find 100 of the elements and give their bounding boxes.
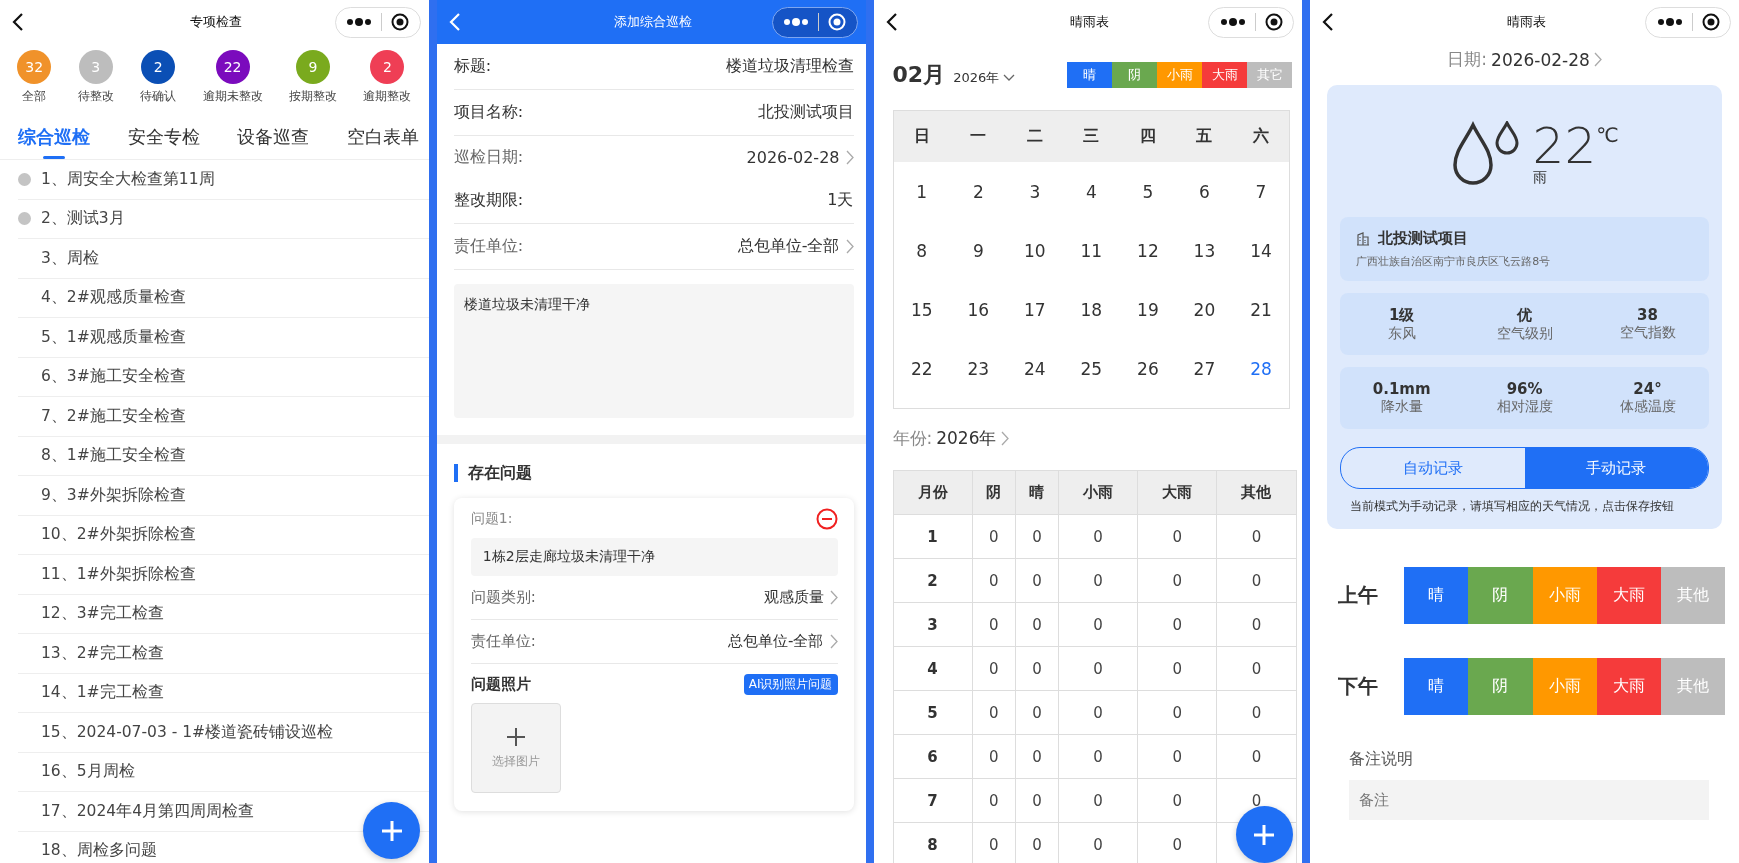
picker-value[interactable]: 总包单位-全部: [728, 632, 824, 651]
table-cell: 0: [988, 747, 999, 766]
list-item[interactable]: 14、1#完工检查: [41, 682, 164, 704]
more-icon[interactable]: [1219, 18, 1246, 26]
calendar-day[interactable]: 17: [1006, 299, 1064, 320]
calendar-day[interactable]: 9: [950, 240, 1007, 261]
weather-option[interactable]: 晴: [1404, 658, 1469, 715]
calendar-day[interactable]: 21: [1232, 299, 1290, 320]
list-item[interactable]: 9、3#外架拆除检查: [41, 484, 186, 506]
list-item[interactable]: 2、测试3月: [41, 208, 125, 230]
calendar-day[interactable]: 19: [1119, 299, 1177, 320]
stat-value: 1级: [1389, 305, 1415, 325]
add-button[interactable]: [363, 802, 420, 859]
stat-value: 优: [1517, 305, 1533, 325]
back-icon[interactable]: [12, 12, 24, 32]
calendar-day[interactable]: 7: [1232, 181, 1290, 202]
year-picker[interactable]: 2026年: [953, 69, 1000, 87]
picker-value[interactable]: 观感质量: [763, 588, 824, 607]
list-item[interactable]: 1、周安全大检查第11周: [41, 168, 215, 190]
calendar-day[interactable]: 6: [1176, 181, 1233, 202]
list-item[interactable]: 12、3#完工检查: [41, 603, 164, 625]
list-item[interactable]: 15、2024-07-03 - 1#楼道瓷砖铺设巡检: [41, 721, 334, 743]
calendar-day[interactable]: 3: [1006, 181, 1064, 202]
mode-note: 当前模式为手动记录，请填写相应的天气情况，点击保存按钮: [1350, 498, 1676, 515]
calendar-day[interactable]: 15: [893, 299, 951, 320]
close-target-icon[interactable]: [1701, 13, 1720, 31]
table-cell: 8: [927, 835, 938, 854]
weather-option[interactable]: 大雨: [1596, 658, 1661, 715]
list-item[interactable]: 13、2#完工检查: [41, 642, 164, 664]
calendar-day[interactable]: 27: [1176, 358, 1233, 379]
description-field[interactable]: 楼道垃圾未清理干净: [453, 284, 854, 418]
mode-option[interactable]: 自动记录: [1341, 448, 1525, 488]
date-picker[interactable]: 2026-02-28: [1491, 49, 1590, 70]
table-cell: 0: [1172, 791, 1182, 810]
more-icon[interactable]: [1656, 18, 1683, 26]
calendar-day[interactable]: 22: [893, 358, 951, 379]
calendar-day[interactable]: 2: [950, 181, 1007, 202]
more-icon[interactable]: [783, 18, 809, 26]
calendar-day[interactable]: 8: [893, 240, 951, 261]
ai-recognize-button[interactable]: AI识别照片问题: [743, 674, 838, 695]
weekday-header: 六: [1251, 126, 1270, 147]
calendar-day[interactable]: 10: [1006, 240, 1064, 261]
table-cell: 0: [1093, 571, 1103, 590]
tab[interactable]: 空白表单: [346, 119, 419, 159]
table-cell: 0: [1172, 571, 1182, 590]
mode-option[interactable]: 手动记录: [1524, 448, 1708, 488]
calendar-day[interactable]: 11: [1063, 240, 1120, 261]
list-item[interactable]: 7、2#施工安全检查: [41, 405, 186, 427]
list-item[interactable]: 3、周检: [41, 247, 99, 269]
back-icon[interactable]: [885, 12, 898, 32]
weather-option[interactable]: 晴: [1404, 567, 1469, 624]
month-title: 02月: [892, 61, 946, 89]
more-icon[interactable]: [346, 18, 373, 26]
list-item[interactable]: 16、5月周检: [41, 761, 135, 783]
back-icon[interactable]: [1322, 12, 1335, 32]
list-item[interactable]: 5、1#观感质量检查: [41, 326, 186, 348]
plus-icon: [379, 818, 404, 843]
table-cell: 0: [1093, 615, 1103, 634]
calendar-day[interactable]: 28: [1232, 358, 1290, 379]
calendar-day[interactable]: 4: [1063, 181, 1120, 202]
count-badge[interactable]: 2: [370, 50, 405, 84]
calendar-day[interactable]: 23: [950, 358, 1007, 379]
year-picker[interactable]: 2026年: [936, 427, 997, 450]
weekday-header: 日: [912, 126, 931, 147]
list-item[interactable]: 4、2#观感质量检查: [41, 287, 186, 309]
tab[interactable]: 设备巡查: [237, 119, 310, 159]
calendar-day[interactable]: 13: [1176, 240, 1233, 261]
tab[interactable]: 综合巡检: [18, 119, 90, 159]
list-item[interactable]: 8、1#施工安全检查: [41, 445, 186, 467]
list-item[interactable]: 18、周检多问题: [41, 840, 157, 862]
count-badge[interactable]: 22: [215, 50, 250, 84]
count-badge[interactable]: 2: [141, 50, 176, 84]
chevron-right-icon: [1593, 52, 1602, 67]
calendar-day[interactable]: 25: [1063, 358, 1120, 379]
add-button[interactable]: [1235, 806, 1293, 863]
remove-icon[interactable]: [815, 508, 838, 530]
calendar-day[interactable]: 1: [893, 181, 951, 202]
weather-option[interactable]: 大雨: [1596, 567, 1661, 624]
tab[interactable]: 安全专检: [127, 119, 200, 159]
calendar-day[interactable]: 14: [1232, 240, 1290, 261]
list-item[interactable]: 17、2024年4月第四周周检查: [41, 800, 255, 822]
calendar-day[interactable]: 12: [1119, 240, 1177, 261]
list-item[interactable]: 11、1#外架拆除检查: [41, 563, 196, 585]
count-label: 逾期整改: [363, 88, 412, 105]
close-target-icon[interactable]: [391, 13, 410, 31]
calendar-day[interactable]: 24: [1006, 358, 1064, 379]
calendar-day[interactable]: 16: [950, 299, 1007, 320]
calendar-day[interactable]: 18: [1063, 299, 1120, 320]
calendar-day[interactable]: 20: [1176, 299, 1233, 320]
calendar-day[interactable]: 5: [1119, 181, 1177, 202]
table-cell: 0: [1172, 615, 1182, 634]
calendar-day[interactable]: 26: [1119, 358, 1177, 379]
table-cell: 0: [1251, 571, 1262, 590]
close-target-icon[interactable]: [1264, 13, 1283, 31]
list-item[interactable]: 10、2#外架拆除检查: [41, 524, 196, 546]
picker-value[interactable]: 总包单位-全部: [737, 236, 840, 257]
issue-text-field[interactable]: 1栋2层走廊垃圾未清理干净: [470, 538, 838, 576]
picker-value[interactable]: 2026-02-28: [746, 147, 840, 167]
list-item[interactable]: 6、3#施工安全检查: [41, 366, 186, 388]
remark-field[interactable]: 备注: [1349, 780, 1709, 820]
